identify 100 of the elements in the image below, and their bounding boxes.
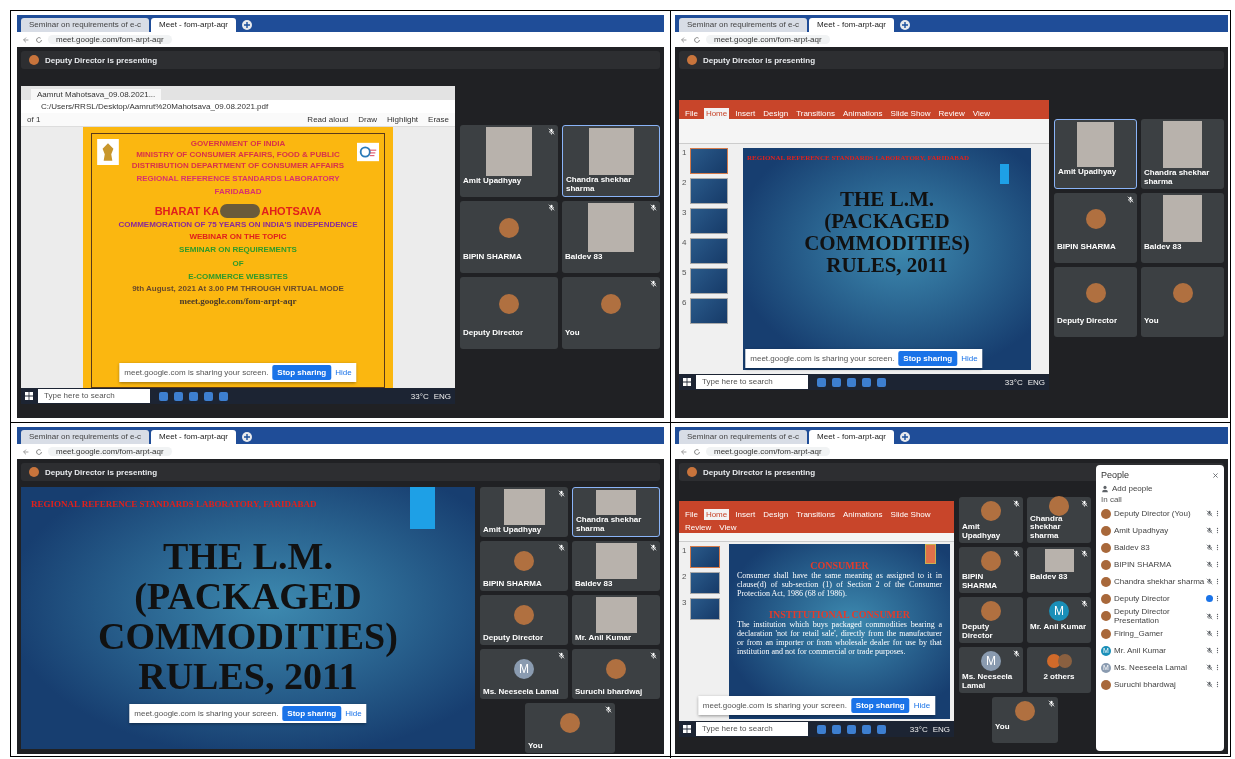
more-options-icon[interactable] [1216, 527, 1219, 534]
participant-tile[interactable]: Baldev 83 [572, 541, 660, 591]
stop-sharing-button[interactable]: Stop sharing [282, 706, 342, 721]
participant-tile[interactable]: Baldev 83 [1141, 193, 1224, 263]
taskbar-search-field[interactable]: Type here to search [696, 375, 808, 389]
more-options-icon[interactable] [1216, 647, 1219, 654]
participant-tile[interactable]: Baldev 83 [562, 201, 660, 273]
browser-tab[interactable]: Seminar on requirements of e-c [21, 430, 150, 444]
ribbon-tab[interactable]: View [717, 522, 739, 533]
ribbon-tab[interactable]: Home [703, 509, 730, 520]
toolbar-button[interactable]: Draw [358, 115, 377, 124]
slide-thumbnail[interactable] [690, 148, 728, 174]
participant-tile[interactable]: BIPIN SHARMA [959, 547, 1023, 593]
slide-thumbnail[interactable] [690, 546, 720, 568]
browser-tab[interactable]: Aamrut Mahotsava_09.08.2021... [31, 89, 162, 100]
participant-tile[interactable]: You [525, 703, 615, 753]
browser-tab[interactable]: Meet - fom-arpt-aqr [809, 430, 894, 444]
ribbon-tab[interactable]: Transitions [794, 108, 837, 119]
slide-thumbnail[interactable] [690, 298, 728, 324]
participant-tile[interactable]: M Ms. Neeseela Lamal [480, 649, 568, 699]
participant-tile[interactable]: You [1141, 267, 1224, 337]
slide-thumbnail[interactable] [690, 572, 720, 594]
address-field[interactable]: meet.google.com/fom-arpt-aqr [48, 35, 172, 44]
windows-start-icon[interactable] [683, 378, 691, 386]
hide-button[interactable]: Hide [335, 368, 352, 377]
participant-tile[interactable]: Baldev 83 [1027, 547, 1091, 593]
browser-tab[interactable]: Meet - fom-arpt-aqr [151, 18, 236, 32]
ribbon-tab[interactable]: Review [936, 108, 967, 119]
reload-icon[interactable] [693, 447, 701, 456]
participant-tile[interactable]: Deputy Director [480, 595, 568, 645]
slide-thumbnail[interactable] [690, 208, 728, 234]
address-field[interactable]: meet.google.com/fom-arpt-aqr [48, 447, 172, 456]
windows-start-icon[interactable] [683, 725, 691, 733]
new-tab-icon[interactable] [899, 20, 910, 30]
participant-tile[interactable]: BIPIN SHARMA [460, 201, 558, 273]
windows-start-icon[interactable] [25, 392, 33, 400]
participant-tile[interactable]: Amit Upadhyay [1054, 119, 1137, 189]
address-field[interactable]: meet.google.com/fom-arpt-aqr [706, 447, 830, 456]
participant-tile[interactable]: Deputy Director [460, 277, 558, 349]
ribbon-tab[interactable]: Animations [841, 509, 885, 520]
stop-sharing-button[interactable]: Stop sharing [898, 351, 958, 366]
slide-thumbnail[interactable] [690, 178, 728, 204]
participant-tile[interactable]: Suruchi bhardwaj [572, 649, 660, 699]
ribbon-tab[interactable]: Animations [841, 108, 885, 119]
reload-icon[interactable] [693, 35, 701, 44]
participant-tile[interactable]: Chandra shekhar sharma [572, 487, 660, 537]
participant-tile[interactable]: BIPIN SHARMA [1054, 193, 1137, 263]
participant-tile[interactable]: Amit Upadhyay [480, 487, 568, 537]
ribbon-tab[interactable]: Slide Show [888, 108, 933, 119]
more-options-icon[interactable] [1216, 595, 1219, 602]
slide-thumbnail[interactable] [690, 238, 728, 264]
ribbon-tab[interactable]: Design [761, 108, 791, 119]
more-options-icon[interactable] [1216, 612, 1219, 620]
address-field[interactable]: meet.google.com/fom-arpt-aqr [706, 35, 830, 44]
participant-tile[interactable]: Deputy Director [959, 597, 1023, 643]
participant-tile[interactable]: You [992, 697, 1058, 743]
presenter-controls[interactable] [220, 203, 261, 218]
ribbon-tab[interactable]: Design [761, 509, 791, 520]
participant-tile[interactable]: 2 others [1027, 647, 1091, 693]
browser-tab[interactable]: Seminar on requirements of e-c [21, 18, 150, 32]
more-options-icon[interactable] [1216, 544, 1219, 551]
ribbon-tab[interactable]: Insert [733, 108, 758, 119]
ribbon-tab[interactable]: Review [683, 522, 714, 533]
new-tab-icon[interactable] [899, 432, 910, 442]
slide-thumbnail[interactable] [690, 268, 728, 294]
ribbon-tab[interactable]: File [683, 108, 700, 119]
more-options-icon[interactable] [1216, 561, 1219, 568]
more-options-icon[interactable] [1216, 664, 1219, 671]
participant-tile[interactable]: You [562, 277, 660, 349]
address-field[interactable]: C:/Users/RRSL/Desktop/Aamrut%20Mahotsava_09.08.2021.pdf [21, 100, 455, 113]
slide-thumbnail[interactable] [690, 598, 720, 620]
taskbar-search-field[interactable]: Type here to search [38, 389, 150, 403]
participant-tile[interactable]: M Mr. Anil Kumar [1027, 597, 1091, 643]
stop-sharing-button[interactable]: Stop sharing [850, 698, 910, 713]
more-options-icon[interactable] [1216, 510, 1219, 517]
stop-sharing-button[interactable]: Stop sharing [272, 365, 332, 380]
add-people-button[interactable]: Add people [1101, 484, 1153, 493]
participant-tile[interactable]: Mr. Anil Kumar [572, 595, 660, 645]
hide-button[interactable]: Hide [961, 354, 978, 363]
reload-icon[interactable] [35, 447, 43, 456]
ribbon-tab[interactable]: Slide Show [888, 509, 933, 520]
participant-tile[interactable]: Amit Upadhyay [460, 125, 558, 197]
ribbon-tab[interactable]: Home [703, 108, 730, 119]
browser-tab[interactable]: Seminar on requirements of e-c [679, 430, 808, 444]
more-options-icon[interactable] [1216, 681, 1219, 688]
toolbar-button[interactable]: Erase [428, 115, 449, 124]
ribbon-tab[interactable]: File [683, 509, 700, 520]
participant-tile[interactable]: Chandra shekhar sharma [1141, 119, 1224, 189]
close-icon[interactable] [1212, 471, 1219, 479]
participant-tile[interactable]: Chandra shekhar sharma [562, 125, 660, 197]
participant-tile[interactable]: Deputy Director [1054, 267, 1137, 337]
ribbon-tab[interactable]: Transitions [794, 509, 837, 520]
toolbar-button[interactable]: Highlight [386, 115, 419, 124]
new-tab-icon[interactable] [241, 20, 252, 30]
browser-tab[interactable]: Seminar on requirements of e-c [679, 18, 808, 32]
participant-tile[interactable]: M Ms. Neeseela Lamal [959, 647, 1023, 693]
hide-button[interactable]: Hide [913, 701, 931, 710]
new-tab-icon[interactable] [241, 432, 252, 442]
taskbar-search-field[interactable]: Type here to search [696, 722, 808, 736]
hide-button[interactable]: Hide [345, 709, 362, 718]
